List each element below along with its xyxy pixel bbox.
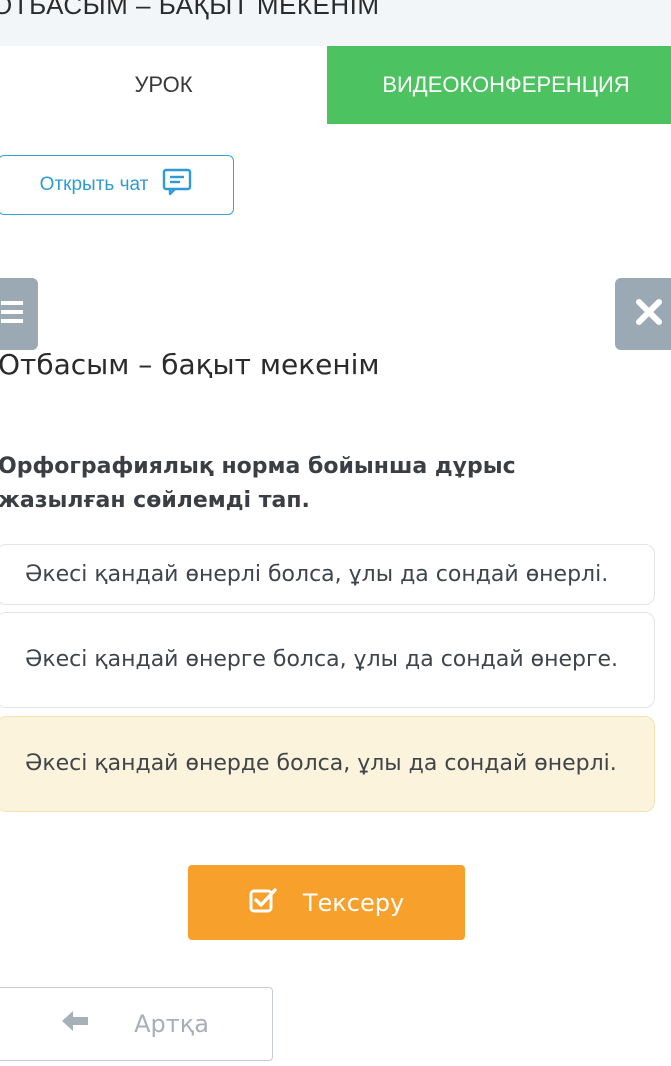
answer-option-text: Әкесі қандай өнерге болса, ұлы да сондай… [25, 647, 619, 672]
checkbox-check-icon [249, 886, 277, 920]
open-chat-label: Открыть чат [39, 174, 149, 195]
answer-option-text: Әкесі қандай өнерлі болса, ұлы да сондай… [25, 561, 609, 587]
check-answer-button[interactable]: Тексеру [188, 865, 465, 940]
hamburger-icon [1, 298, 27, 330]
tab-bar: УРОК ВИДЕОКОНФЕРЕНЦИЯ [0, 46, 671, 124]
answer-option-selected[interactable]: Әкесі қандай өнерде болса, ұлы да сондай… [0, 716, 655, 812]
tab-videoconference[interactable]: ВИДЕОКОНФЕРЕНЦИЯ [327, 46, 671, 124]
open-chat-button[interactable]: Открыть чат [0, 155, 234, 215]
chat-icon [162, 168, 192, 202]
check-answer-label: Тексеру [302, 888, 405, 917]
lesson-title: Отбасым – бақыт мекенім [0, 348, 380, 381]
header-strip: ОТБАСЫМ – БАҚЫТ МЕКЕНІМ [0, 0, 671, 46]
answer-option-text: Әкесі қандай өнерде болса, ұлы да сондай… [25, 751, 617, 776]
close-icon [635, 298, 663, 330]
arrow-left-icon [60, 1009, 90, 1039]
page-heading: ОТБАСЫМ – БАҚЫТ МЕКЕНІМ [0, 0, 380, 20]
back-button[interactable]: Артқа [0, 987, 273, 1061]
back-label: Артқа [134, 1010, 209, 1038]
question-text: Орфографиялық норма бойынша дұрыс жазылғ… [0, 454, 516, 513]
answer-option[interactable]: Әкесі қандай өнерге болса, ұлы да сондай… [0, 612, 655, 708]
tab-lesson[interactable]: УРОК [0, 46, 327, 124]
close-panel-button[interactable] [615, 278, 671, 350]
answer-option[interactable]: Әкесі қандай өнерлі болса, ұлы да сондай… [0, 544, 655, 605]
lesson-page: ОТБАСЫМ – БАҚЫТ МЕКЕНІМ УРОК ВИДЕОКОНФЕР… [0, 0, 671, 1066]
menu-toggle-button[interactable] [0, 278, 38, 350]
